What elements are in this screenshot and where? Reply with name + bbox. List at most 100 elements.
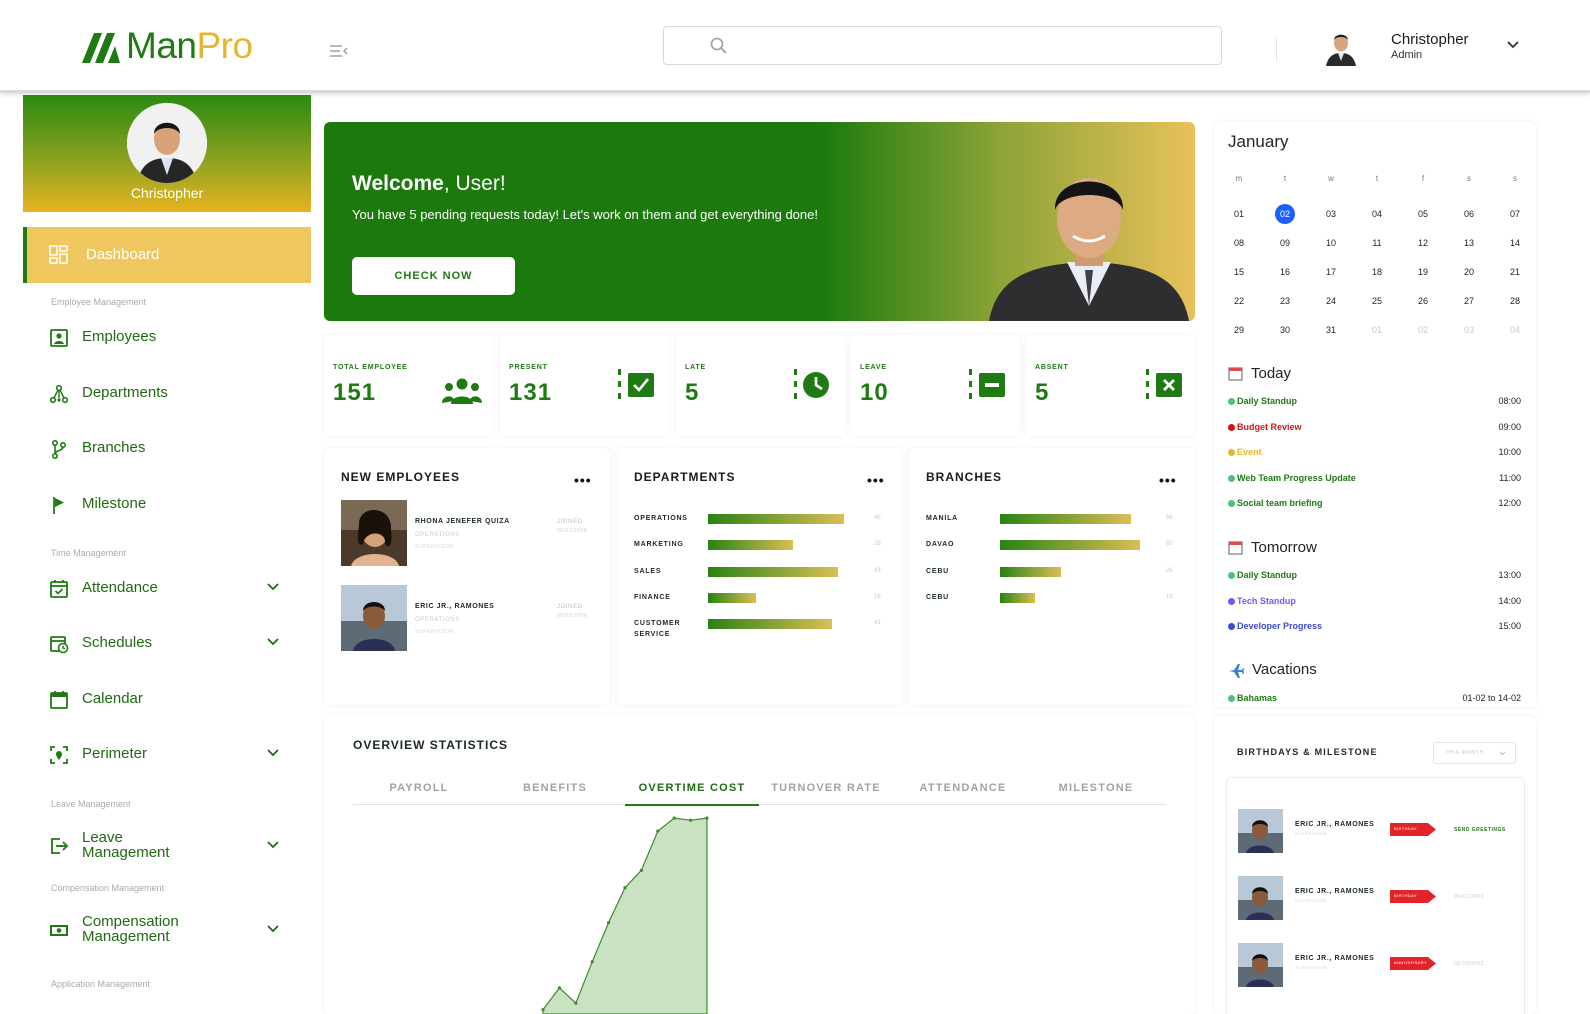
bar-row[interactable]: FINANCE 16: [634, 592, 894, 618]
bar-row[interactable]: CEBU 26: [926, 566, 1186, 592]
calendar-day[interactable]: 01: [1367, 320, 1387, 340]
calendar-day[interactable]: 24: [1321, 291, 1341, 311]
manpro-logo[interactable]: ManPro: [82, 26, 253, 66]
calendar-day[interactable]: 02: [1413, 320, 1433, 340]
sidebar-item-perimeter[interactable]: Perimeter: [23, 735, 311, 775]
profile-photo[interactable]: [127, 103, 207, 183]
calendar-day[interactable]: 09: [1275, 233, 1295, 253]
calendar-day[interactable]: 31: [1321, 320, 1341, 340]
agenda-event[interactable]: Budget Review 09:00: [1228, 422, 1521, 436]
data-point[interactable]: [689, 818, 693, 822]
calendar-day[interactable]: 11: [1367, 233, 1387, 253]
bar-row[interactable]: OPERATIONS 45: [634, 513, 894, 539]
more-options-icon[interactable]: •••: [867, 472, 885, 488]
calendar-day[interactable]: 15: [1229, 262, 1249, 282]
sidebar-item-leave-management[interactable]: Leave Management: [23, 824, 311, 872]
calendar-day[interactable]: 29: [1229, 320, 1249, 340]
sidebar-item-schedules[interactable]: Schedules: [23, 624, 311, 664]
sidebar-item-dashboard[interactable]: Dashboard: [23, 227, 311, 283]
calendar-day[interactable]: 25: [1367, 291, 1387, 311]
stat-card-total-employee[interactable]: TOTAL EMPLOYEE 151: [324, 335, 493, 436]
calendar-day[interactable]: 04: [1505, 320, 1525, 340]
data-point[interactable]: [623, 886, 627, 890]
sidebar-item-calendar[interactable]: Calendar: [23, 680, 311, 720]
data-point[interactable]: [705, 816, 709, 820]
calendar-day[interactable]: 21: [1505, 262, 1525, 282]
list-item[interactable]: ERIC JR., RAMONES SUPERVISOR BIRTHDAY SEND …: [1238, 809, 1528, 853]
agenda-event[interactable]: Event 10:00: [1228, 447, 1521, 461]
user-name[interactable]: Christopher: [1391, 31, 1469, 48]
calendar-day[interactable]: 23: [1275, 291, 1295, 311]
data-point[interactable]: [541, 1008, 545, 1012]
tab-payroll[interactable]: PAYROLL: [379, 782, 459, 794]
calendar-day[interactable]: 03: [1459, 320, 1479, 340]
sidebar-item-compensation-management[interactable]: Compensation Management: [23, 908, 311, 956]
more-options-icon[interactable]: •••: [574, 472, 592, 488]
agenda-event[interactable]: Web Team Progress Update 11:00: [1228, 473, 1521, 487]
calendar-day[interactable]: 16: [1275, 262, 1295, 282]
calendar-day[interactable]: 18: [1367, 262, 1387, 282]
calendar-day[interactable]: 12: [1413, 233, 1433, 253]
calendar-day[interactable]: 05: [1413, 204, 1433, 224]
calendar-day[interactable]: 20: [1459, 262, 1479, 282]
search-bar[interactable]: [663, 26, 1222, 65]
tab-overtime-cost[interactable]: OVERTIME COST: [625, 782, 759, 806]
calendar-day[interactable]: 08: [1229, 233, 1249, 253]
bar-row[interactable]: SALES 43: [634, 566, 894, 592]
bar-row[interactable]: MANILA 56: [926, 513, 1186, 539]
calendar-day[interactable]: 28: [1505, 291, 1525, 311]
data-point[interactable]: [590, 960, 594, 964]
calendar-day[interactable]: 17: [1321, 262, 1341, 282]
sidebar-item-branches[interactable]: Branches: [23, 429, 311, 469]
calendar-day[interactable]: 04: [1367, 204, 1387, 224]
sidebar-item-departments[interactable]: Departments: [23, 374, 311, 414]
bar-row[interactable]: MARKETING 28: [634, 539, 894, 565]
calendar-day[interactable]: 22: [1229, 291, 1249, 311]
agenda-event[interactable]: Social team briefing 12:00: [1228, 498, 1521, 512]
bar-row[interactable]: CUSTOMER SERVICE 41: [634, 618, 894, 644]
agenda-event[interactable]: Daily Standup 13:00: [1228, 570, 1521, 584]
tab-milestone[interactable]: MILESTONE: [1046, 782, 1146, 794]
data-point[interactable]: [607, 920, 611, 925]
period-select[interactable]: THIS MONTH: [1433, 742, 1516, 764]
tab-attendance[interactable]: ATTENDANCE: [908, 782, 1018, 794]
tab-turnover-rate[interactable]: TURNOVER RATE: [771, 782, 881, 794]
calendar-day[interactable]: 26: [1413, 291, 1433, 311]
data-point[interactable]: [656, 829, 660, 833]
sidebar-item-milestone[interactable]: Milestone: [23, 485, 311, 525]
chevron-down-icon[interactable]: [267, 583, 279, 591]
chevron-down-icon[interactable]: [267, 638, 279, 646]
chevron-down-icon[interactable]: [267, 749, 279, 757]
check-now-button[interactable]: CHECK NOW: [352, 257, 515, 295]
more-options-icon[interactable]: •••: [1159, 472, 1177, 488]
calendar-day[interactable]: 14: [1505, 233, 1525, 253]
calendar-day[interactable]: 19: [1413, 262, 1433, 282]
calendar-day[interactable]: 03: [1321, 204, 1341, 224]
menu-collapse-icon[interactable]: [330, 44, 348, 58]
calendar-day[interactable]: 06: [1459, 204, 1479, 224]
list-item[interactable]: ERIC JR., RAMONES SUPERVISOR ANNIVERSARY 05…: [1238, 943, 1528, 987]
stat-card-leave[interactable]: LEAVE 10: [851, 335, 1020, 436]
sidebar-item-attendance[interactable]: Attendance: [23, 569, 311, 609]
stat-card-absent[interactable]: ABSENT 5: [1026, 335, 1195, 436]
data-point[interactable]: [672, 816, 676, 820]
stat-card-late[interactable]: LATE 5: [676, 335, 845, 436]
sidebar-item-employees[interactable]: Employees: [23, 318, 311, 358]
calendar-day[interactable]: 07: [1505, 204, 1525, 224]
stat-card-present[interactable]: PRESENT 131: [500, 335, 669, 436]
tab-benefits[interactable]: BENEFITS: [515, 782, 595, 794]
calendar-day[interactable]: 13: [1459, 233, 1479, 253]
calendar-day[interactable]: 01: [1229, 204, 1249, 224]
data-point[interactable]: [574, 1001, 578, 1005]
send-greetings-link[interactable]: SEND GREETINGS: [1454, 827, 1506, 833]
chevron-down-icon[interactable]: [267, 925, 279, 933]
calendar-day[interactable]: 10: [1321, 233, 1341, 253]
search-input[interactable]: [740, 33, 1200, 59]
calendar-day[interactable]: 27: [1459, 291, 1479, 311]
list-item[interactable]: ERIC JR., RAMONES SUPERVISOR BIRTHDAY 05/12…: [1238, 876, 1528, 920]
agenda-event[interactable]: Developer Progress 15:00: [1228, 621, 1521, 635]
chevron-down-icon[interactable]: [1506, 40, 1520, 50]
agenda-event[interactable]: Tech Standup 14:00: [1228, 596, 1521, 610]
bar-row[interactable]: CEBU 15: [926, 592, 1186, 618]
agenda-event[interactable]: Daily Standup 08:00: [1228, 396, 1521, 410]
